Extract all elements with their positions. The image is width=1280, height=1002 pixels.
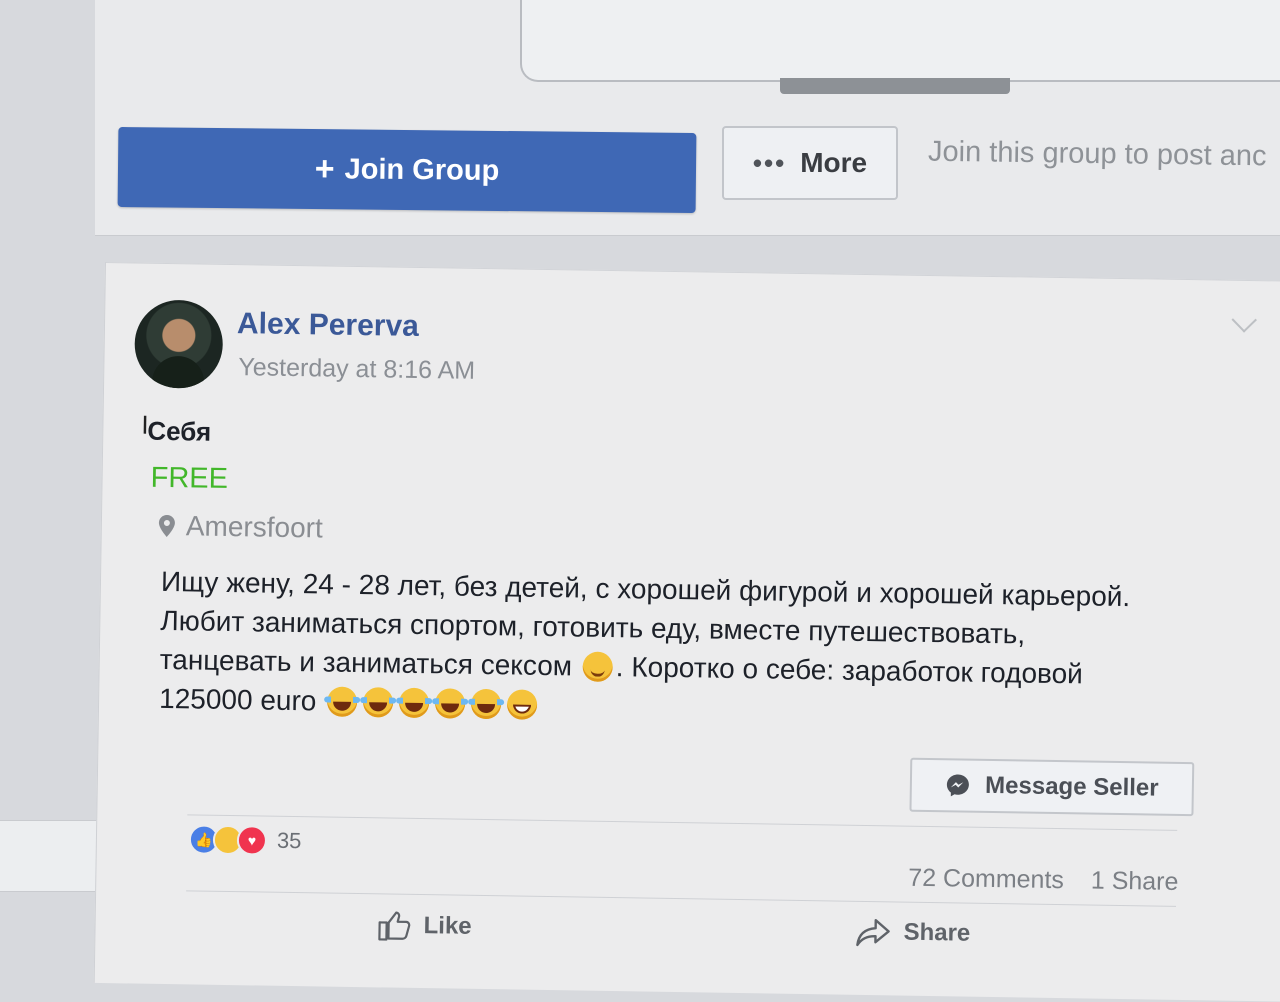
location-pin-icon <box>158 515 175 538</box>
divider <box>187 814 1178 831</box>
item-title: Себя <box>147 415 212 447</box>
tears-of-joy-emoji-icon <box>362 687 394 718</box>
engagement-counts: 72 Comments 1 Share <box>908 864 1179 897</box>
item-price: FREE <box>150 461 229 495</box>
shares-count-link[interactable]: 1 Share <box>1091 867 1179 896</box>
post-description: Ищу жену, 24 - 28 лет, без детей, с хоро… <box>159 562 1141 733</box>
tears-of-joy-emoji-icon <box>470 688 502 720</box>
share-label: Share <box>903 918 971 947</box>
avatar[interactable] <box>134 299 224 389</box>
message-seller-label: Message Seller <box>984 771 1159 802</box>
tears-of-joy-emoji-icon <box>326 686 358 718</box>
love-reaction-icon: ♥ <box>236 825 268 856</box>
share-button[interactable]: Share <box>855 917 970 949</box>
reactions-count: 35 <box>276 827 302 854</box>
more-dots-icon: ••• <box>752 147 787 178</box>
like-label: Like <box>423 912 472 940</box>
item-location: Amersfoort <box>158 510 323 545</box>
like-button[interactable]: Like <box>377 909 472 942</box>
reactions-summary[interactable]: 👍 ♥ 35 <box>188 824 302 856</box>
author-name[interactable]: Alex Pererva <box>237 307 419 344</box>
share-arrow-icon <box>856 918 890 947</box>
join-group-button[interactable]: + Join Group <box>117 126 697 214</box>
join-hint-text: Join this group to post anc <box>927 135 1267 173</box>
cover-photo-bar <box>780 78 1010 94</box>
location-label: Amersfoort <box>185 510 324 544</box>
plus-icon: + <box>314 149 335 188</box>
grinning-emoji-icon <box>506 689 538 720</box>
smiling-emoji-icon <box>582 651 614 683</box>
comments-count-link[interactable]: 72 Comments <box>908 864 1064 894</box>
join-group-label: Join Group <box>344 152 500 187</box>
more-label: More <box>800 147 868 178</box>
tears-of-joy-emoji-icon <box>434 688 466 719</box>
chevron-down-icon[interactable] <box>1231 307 1257 333</box>
more-button[interactable]: ••• More <box>722 126 898 200</box>
message-seller-button[interactable]: Message Seller <box>909 757 1195 817</box>
tears-of-joy-emoji-icon <box>398 687 430 719</box>
cover-photo-frame <box>520 0 1280 82</box>
sale-post: Alex Pererva Yesterday at 8:16 AM I Себя… <box>93 262 1280 1002</box>
thumbs-up-icon <box>378 911 411 941</box>
post-timestamp[interactable]: Yesterday at 8:16 AM <box>238 353 475 386</box>
messenger-icon <box>947 774 970 797</box>
